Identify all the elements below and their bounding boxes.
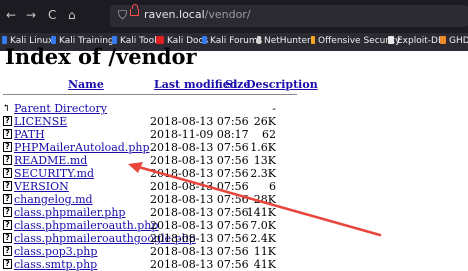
annotation-layer bbox=[128, 162, 382, 237]
annotation-arrow-line bbox=[133, 164, 382, 237]
